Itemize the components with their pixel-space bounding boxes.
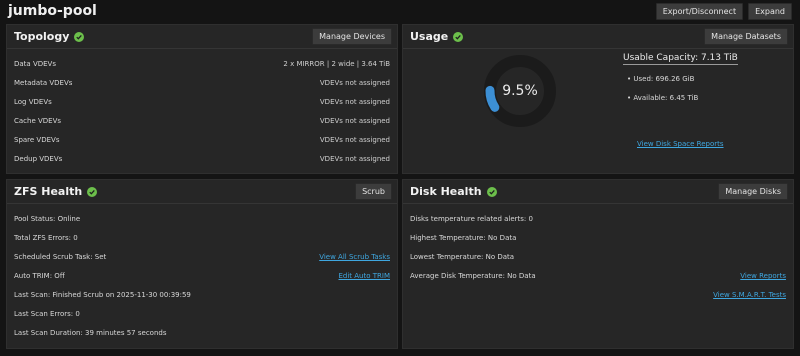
check-circle-icon [486, 186, 497, 197]
topology-row-data: Data VDEVs 2 x MIRROR | 2 wide | 3.64 Ti… [14, 60, 390, 68]
expand-button[interactable]: Expand [748, 3, 792, 20]
usage-card: Usage Manage Datasets 9.5% Usable Capaci… [402, 24, 794, 174]
disk-temp-alerts: Disks temperature related alerts: 0 [410, 215, 533, 223]
used-space: • Used: 696.26 GiB [627, 75, 695, 83]
bullet-icon: • [627, 75, 632, 83]
highest-temperature: Highest Temperature: No Data [410, 234, 517, 242]
check-circle-icon [453, 31, 464, 42]
topology-row-spare: Spare VDEVs VDEVs not assigned [14, 136, 390, 144]
usable-capacity: Usable Capacity: 7.13 TiB [623, 53, 738, 65]
topology-card: Topology Manage Devices Data VDEVs 2 x M… [6, 24, 398, 174]
auto-trim: Auto TRIM: Off Edit Auto TRIM [14, 272, 390, 280]
topology-row-cache: Cache VDEVs VDEVs not assigned [14, 117, 390, 125]
topology-row-metadata: Metadata VDEVs VDEVs not assigned [14, 79, 390, 87]
bullet-icon: • [627, 94, 632, 102]
pool-dashboard: jumbo-pool Export/Disconnect Expand Topo… [0, 0, 800, 356]
disk-health-card: Disk Health Manage Disks Disks temperatu… [402, 179, 794, 349]
usage-header: Usage Manage Datasets [403, 25, 793, 49]
view-reports-link[interactable]: View Reports [740, 272, 786, 280]
view-all-scrub-tasks-link[interactable]: View All Scrub Tasks [319, 253, 390, 261]
pool-status: Pool Status: Online [14, 215, 81, 223]
zfs-health-title: ZFS Health [14, 185, 83, 198]
zfs-health-header: ZFS Health Scrub [7, 180, 397, 204]
scrub-button[interactable]: Scrub [355, 183, 392, 200]
topology-row-log: Log VDEVs VDEVs not assigned [14, 98, 390, 106]
view-disk-space-reports-link[interactable]: View Disk Space Reports [637, 140, 724, 148]
smart-tests-row: View S.M.A.R.T. Tests [410, 291, 786, 299]
available-space: • Available: 6.45 TiB [627, 94, 699, 102]
edit-auto-trim-link[interactable]: Edit Auto TRIM [338, 272, 390, 280]
topology-row-dedup: Dedup VDEVs VDEVs not assigned [14, 155, 390, 163]
disk-health-title: Disk Health [410, 185, 482, 198]
export-disconnect-button[interactable]: Export/Disconnect [655, 3, 744, 20]
topology-title: Topology [14, 30, 70, 43]
scheduled-scrub-task: Scheduled Scrub Task: Set View All Scrub… [14, 253, 390, 261]
manage-disks-button[interactable]: Manage Disks [718, 183, 788, 200]
usage-title: Usage [410, 30, 449, 43]
last-scan: Last Scan: Finished Scrub on 2025-11-30 … [14, 291, 191, 299]
average-disk-temperature: Average Disk Temperature: No Data View R… [410, 272, 786, 280]
check-circle-icon [87, 186, 98, 197]
disk-health-header: Disk Health Manage Disks [403, 180, 793, 204]
manage-datasets-button[interactable]: Manage Datasets [704, 28, 788, 45]
pool-name: jumbo-pool [8, 3, 97, 19]
manage-devices-button[interactable]: Manage Devices [312, 28, 392, 45]
topology-header: Topology Manage Devices [7, 25, 397, 49]
zfs-health-card: ZFS Health Scrub Pool Status: Online Tot… [6, 179, 398, 349]
last-scan-duration: Last Scan Duration: 39 minutes 57 second… [14, 329, 167, 337]
lowest-temperature: Lowest Temperature: No Data [410, 253, 515, 261]
last-scan-errors: Last Scan Errors: 0 [14, 310, 80, 318]
check-circle-icon [74, 31, 85, 42]
total-zfs-errors: Total ZFS Errors: 0 [14, 234, 78, 242]
view-smart-tests-link[interactable]: View S.M.A.R.T. Tests [713, 291, 786, 299]
pool-actions: Export/Disconnect Expand [655, 3, 792, 20]
usage-percent: 9.5% [502, 83, 538, 99]
